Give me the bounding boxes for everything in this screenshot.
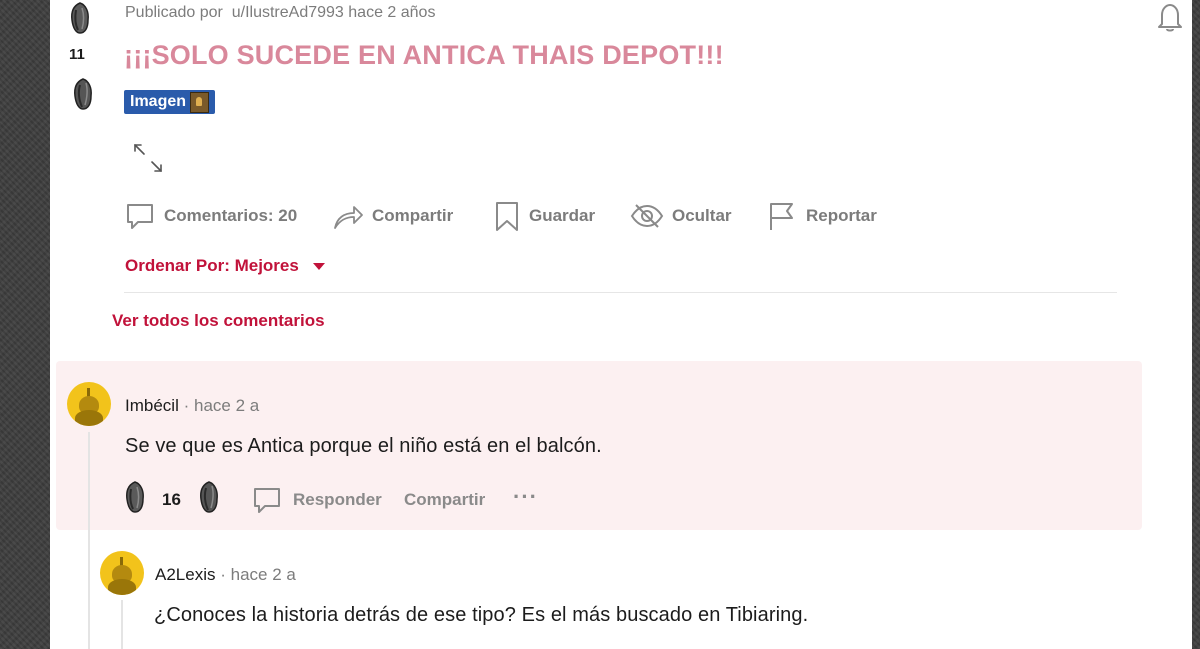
bookmark-icon [496,202,518,231]
comment-share-button[interactable]: Compartir [404,490,485,510]
save-label: Guardar [529,206,596,225]
report-label: Reportar [806,206,877,225]
comments-label: Comentarios: 20 [164,206,298,225]
comments-button[interactable]: Comentarios: 20 [124,196,297,236]
divider [124,292,1117,293]
hide-button[interactable]: Ocultar [630,196,732,236]
comment-time[interactable]: hace 2 a [194,396,259,415]
comment-bubble-icon [254,488,280,513]
report-button[interactable]: Reportar [766,196,877,236]
upvote-stone-icon[interactable] [124,481,146,513]
bell-icon[interactable] [1153,0,1187,34]
comment-score: 16 [162,490,181,509]
comment-header: Imbécil · hace 2 a [125,396,259,416]
flair-emoji-icon [190,91,210,113]
upvote-stone-icon[interactable] [69,2,91,34]
expand-arrows-icon[interactable] [130,140,166,176]
post-flair[interactable]: Imagen [124,90,216,114]
caret-down-icon [312,262,325,270]
thread-line[interactable] [121,600,123,649]
downvote-stone-icon[interactable] [198,481,220,513]
more-options-button[interactable]: ··· [513,484,538,510]
thread-line[interactable] [88,432,90,649]
reply-label: Responder [293,490,382,509]
share-label: Compartir [372,206,454,225]
post-score: 11 [69,46,85,63]
meta-prefix: Publicado por [125,4,223,21]
comment-separator: · [220,565,226,584]
comment-bubble-icon [127,204,153,229]
hide-label: Ocultar [672,206,732,225]
post-meta: Publicado por u/IlustreAd7993 hace 2 año… [125,4,435,22]
post-title[interactable]: ¡¡¡SOLO SUCEDE EN ANTICA THAIS DEPOT!!! [124,40,724,71]
share-button[interactable]: Compartir [332,196,453,236]
flair-label: Imagen [130,93,187,110]
view-all-comments-link[interactable]: Ver todos los comentarios [112,311,325,331]
post-author-link[interactable]: u/IlustreAd7993 [232,4,344,21]
avatar[interactable] [67,382,111,426]
sort-dropdown[interactable]: Ordenar Por: Mejores [125,256,325,276]
save-button[interactable]: Guardar [493,196,595,236]
comment-header: A2Lexis · hace 2 a [155,565,296,585]
sort-label: Ordenar Por: Mejores [125,256,299,275]
downvote-stone-icon[interactable] [72,78,94,110]
eye-slash-icon [630,204,664,228]
flag-icon [770,203,793,230]
comment-author[interactable]: A2Lexis [155,565,215,584]
comment-author[interactable]: Imbécil [125,396,179,415]
avatar[interactable] [100,551,144,595]
reply-button[interactable]: Responder [251,484,382,516]
comment-separator: · [183,396,190,415]
comment-body: ¿Conoces la historia detrás de ese tipo?… [154,604,809,626]
comment-body: Se ve que es Antica porque el niño está … [125,435,602,457]
share-arrow-icon [334,206,363,229]
post-time: hace 2 años [348,4,436,21]
comment-time[interactable]: hace 2 a [231,565,296,584]
